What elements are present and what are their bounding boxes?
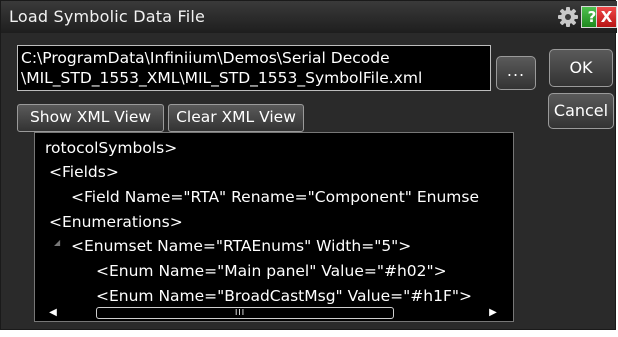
xml-line: <Field Name="RTA" Rename="Component" Enu… (71, 188, 479, 206)
ok-button[interactable]: OK (549, 49, 613, 87)
xml-line: <Enumerations> (49, 213, 183, 231)
scrollbar-grip-icon: III (235, 308, 246, 317)
dialog-title: Load Symbolic Data File (9, 7, 206, 26)
cancel-button[interactable]: Cancel (548, 93, 614, 129)
clear-xml-view-button[interactable]: Clear XML View (168, 104, 304, 132)
tree-expander-icon[interactable]: ◢ (54, 238, 60, 247)
file-path-line-1: C:\ProgramData\Infiniium\Demos\Serial De… (21, 49, 390, 67)
scroll-right-icon[interactable]: ▶ (485, 305, 501, 321)
xml-line: <Enumset Name="RTAEnums" Width="5"> (71, 237, 412, 255)
xml-line: <Fields> (49, 163, 119, 181)
xml-line: <Enum Name="Main panel" Value="#h02"> (96, 262, 447, 280)
load-symbolic-data-dialog: Load Symbolic Data File ? X C:\ProgramDa… (0, 0, 617, 330)
scroll-left-icon[interactable]: ◀ (45, 305, 61, 321)
xml-view-pane[interactable]: rotocolSymbols> <Fields> <Field Name="RT… (34, 132, 514, 322)
show-xml-view-button[interactable]: Show XML View (17, 104, 164, 132)
title-bar: Load Symbolic Data File ? X (1, 1, 617, 33)
scrollbar-thumb[interactable]: III (96, 307, 394, 319)
xml-line: rotocolSymbols> (45, 139, 178, 157)
browse-button[interactable]: ... (496, 56, 536, 90)
file-path-field[interactable]: C:\ProgramData\Infiniium\Demos\Serial De… (17, 45, 491, 91)
horizontal-scrollbar[interactable]: ◀ III ▶ (35, 305, 513, 321)
close-icon[interactable]: X (596, 6, 617, 28)
gear-icon[interactable] (557, 6, 579, 28)
close-button-label: X (600, 8, 613, 26)
file-path-line-2: \MIL_STD_1553_XML\MIL_STD_1553_SymbolFil… (21, 69, 423, 87)
